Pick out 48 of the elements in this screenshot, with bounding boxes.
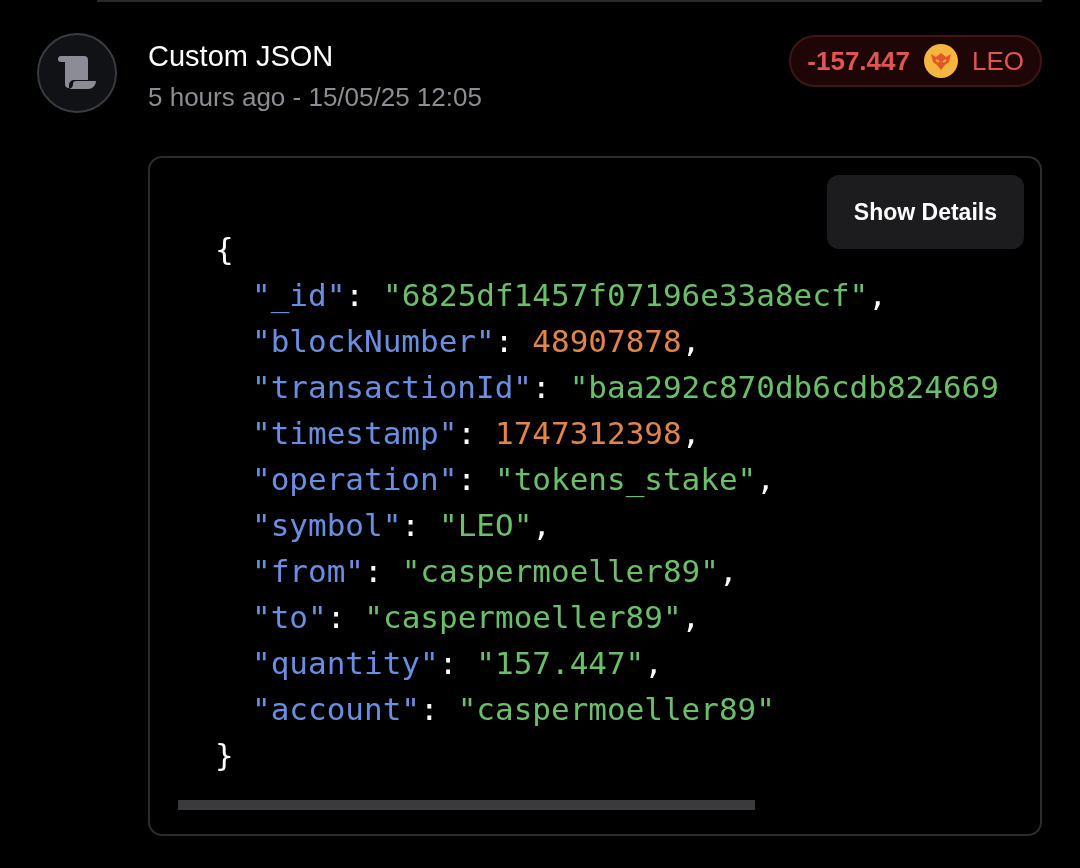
json-key: "to" [252, 594, 327, 640]
json-key: "from" [252, 548, 364, 594]
colon: : [364, 552, 383, 591]
lion-icon [923, 44, 958, 78]
json-key: "transactionId" [252, 364, 532, 410]
json-value: 1747312398 [495, 414, 682, 453]
show-details-button[interactable]: Show Details [826, 175, 1024, 249]
horizontal-scrollbar[interactable] [178, 800, 755, 810]
comma: , [756, 460, 775, 499]
colon: : [401, 506, 420, 545]
json-value: "tokens_stake" [495, 460, 757, 500]
comma: , [644, 644, 663, 683]
colon: : [494, 322, 514, 361]
amount-value: -157.447 [807, 44, 910, 78]
json-value: "LEO" [439, 506, 533, 545]
colon: : [420, 690, 439, 729]
colon: : [457, 460, 476, 499]
comma: , [532, 506, 551, 545]
comma: , [718, 552, 738, 591]
open-brace: { [215, 231, 234, 267]
colon: : [457, 414, 476, 453]
json-value: "6825df1457f07196e33a8ecf" [383, 276, 869, 315]
json-value: 48907878 [532, 322, 682, 361]
comma: , [681, 414, 701, 453]
transaction-time: 5 hours ago - 15/05/25 12:05 [148, 81, 483, 114]
json-key: "blockNumber" [252, 318, 495, 364]
comma: , [681, 598, 701, 637]
scroll-icon [56, 54, 98, 92]
json-key: "timestamp" [252, 410, 458, 456]
json-value: "caspermoeller89" [401, 552, 719, 591]
json-key: "_id" [252, 272, 346, 318]
colon: : [326, 598, 346, 637]
colon: : [438, 644, 458, 683]
colon: : [531, 368, 551, 407]
json-value: "baa292c870db6cdb824669 [569, 368, 999, 407]
token-symbol: LEO [971, 44, 1024, 78]
transaction-title: Custom JSON [148, 39, 335, 74]
colon: : [345, 276, 364, 315]
json-value: "caspermoeller89" [364, 598, 682, 637]
close-brace: } [215, 737, 234, 773]
json-value: "caspermoeller89" [457, 690, 775, 729]
json-key: "account" [252, 686, 420, 732]
json-key: "symbol" [252, 502, 402, 548]
json-value: "157.447" [476, 644, 645, 683]
json-key: "operation" [252, 456, 458, 502]
comma: , [681, 322, 701, 361]
comma: , [868, 276, 887, 315]
json-key: "quantity" [252, 640, 439, 686]
